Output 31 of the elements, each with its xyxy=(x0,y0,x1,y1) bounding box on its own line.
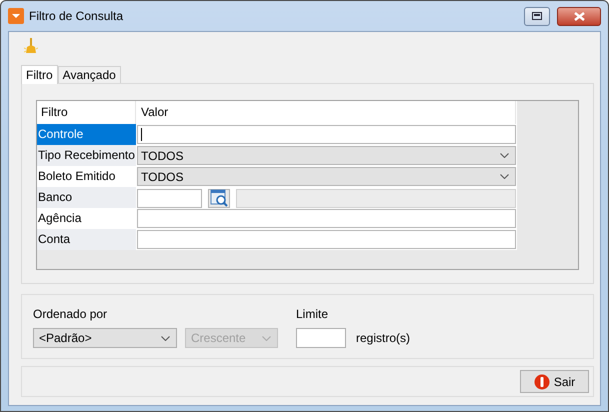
input-field[interactable] xyxy=(137,209,516,228)
input-field[interactable] xyxy=(296,328,346,348)
row-label[interactable]: Tipo Recebimento xyxy=(37,145,136,166)
chevron-down-icon xyxy=(500,174,509,179)
order-label: Ordenado por xyxy=(33,307,108,321)
dropdown[interactable]: TODOS xyxy=(137,167,516,186)
chevron-down-icon xyxy=(161,336,170,340)
chevron-down-icon xyxy=(262,336,271,340)
row-label[interactable]: Conta xyxy=(37,229,136,250)
input-field[interactable] xyxy=(137,188,202,208)
chevron-down-icon xyxy=(500,153,509,158)
input-field[interactable] xyxy=(137,230,516,249)
input-field[interactable] xyxy=(137,125,516,144)
dropdown[interactable]: TODOS xyxy=(137,146,516,165)
lookup-button[interactable] xyxy=(208,188,230,208)
tab[interactable]: Avançado xyxy=(58,66,121,83)
restore-button[interactable] xyxy=(524,6,550,26)
tab[interactable]: Filtro xyxy=(21,65,58,84)
restore-icon xyxy=(532,12,542,20)
row-label[interactable]: Banco xyxy=(37,187,136,208)
power-icon xyxy=(534,374,550,390)
close-button[interactable] xyxy=(557,6,601,26)
window-title: Filtro de Consulta xyxy=(29,9,124,23)
limit-label: Limite xyxy=(296,307,330,321)
app-icon xyxy=(8,8,24,24)
broom-icon[interactable] xyxy=(24,38,38,54)
row-label[interactable]: Controle xyxy=(37,124,136,145)
dropdown[interactable]: <Padrão> xyxy=(33,328,177,348)
unit-label: registro(s) xyxy=(356,331,410,345)
exit-button[interactable]: Sair xyxy=(520,370,589,393)
close-icon xyxy=(574,12,584,20)
